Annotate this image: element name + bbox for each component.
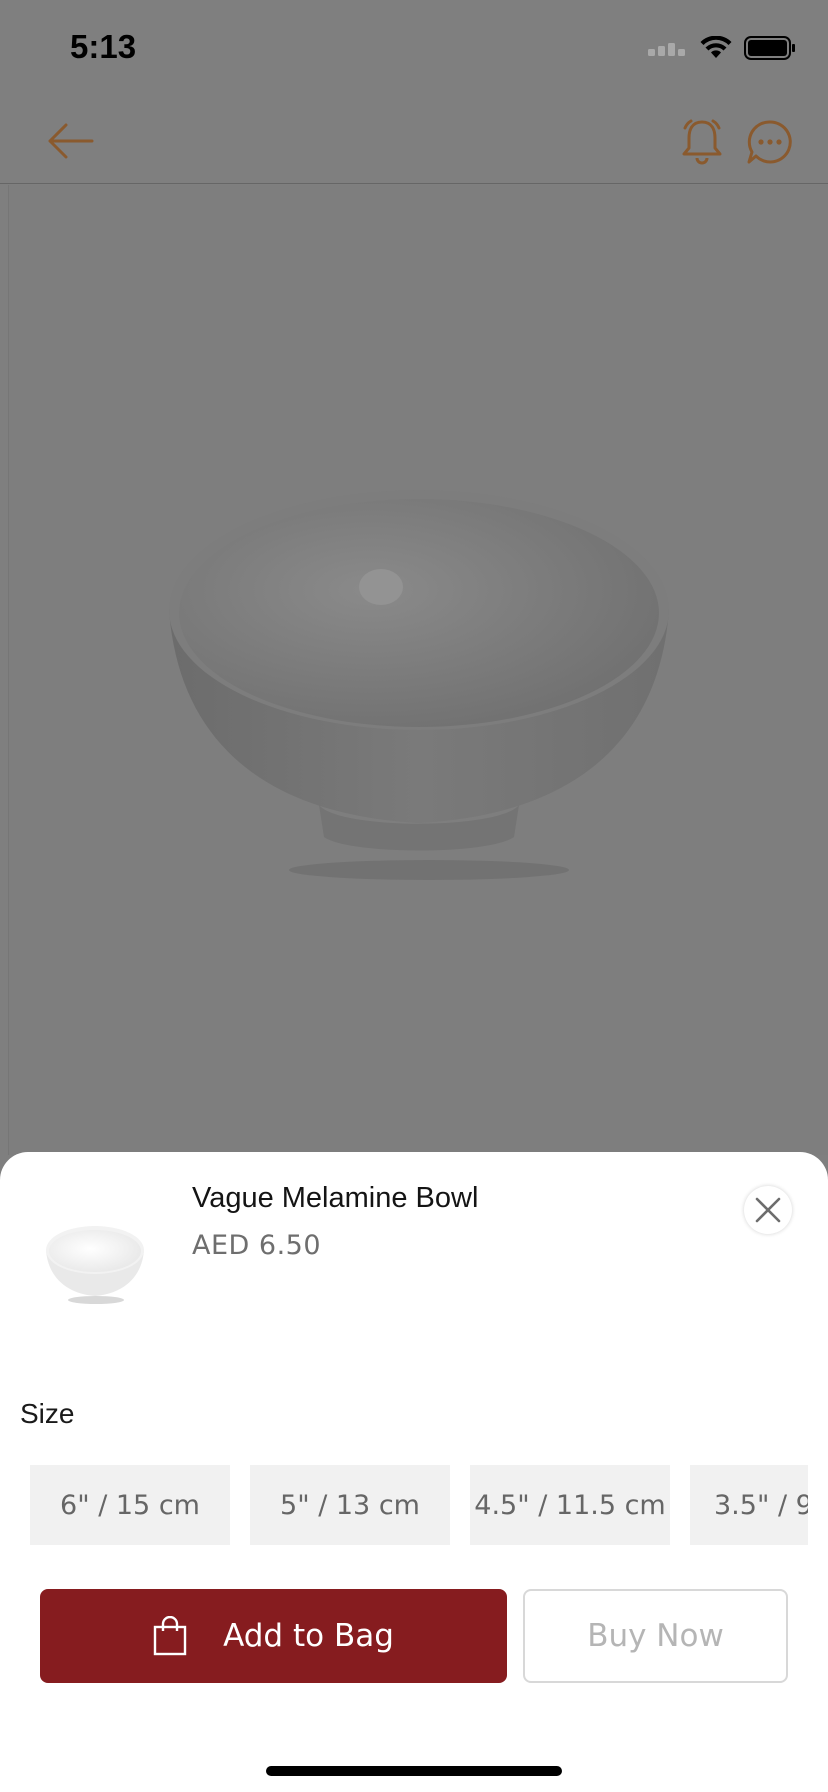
signal-icon [648, 43, 685, 56]
shopping-bag-icon [153, 1616, 187, 1656]
battery-icon [744, 36, 795, 60]
product-name: Vague Melamine Bowl [192, 1182, 479, 1214]
back-arrow-icon [48, 123, 94, 159]
add-to-bag-label: Add to Bag [223, 1618, 394, 1654]
chat-icon [747, 120, 792, 164]
wifi-icon [700, 36, 732, 58]
close-icon [755, 1197, 781, 1223]
size-option[interactable]: 5" / 13 cm [250, 1465, 450, 1545]
notifications-button[interactable] [678, 116, 726, 168]
size-label: Size [20, 1398, 75, 1429]
buy-now-button[interactable]: Buy Now [523, 1589, 788, 1683]
bowl-thumbnail-image [46, 1226, 144, 1304]
bowl-image [169, 490, 669, 880]
status-time: 5:13 [70, 28, 137, 65]
back-button[interactable] [44, 118, 96, 164]
status-bar: 5:13 [0, 0, 828, 100]
chat-button[interactable] [744, 116, 796, 168]
product-image[interactable] [8, 185, 828, 1155]
add-to-bag-button[interactable]: Add to Bag [40, 1589, 507, 1683]
status-icons [648, 36, 796, 60]
size-option[interactable]: 6" / 15 cm [30, 1465, 230, 1545]
size-option[interactable]: 4.5" / 11.5 cm [470, 1465, 670, 1545]
top-nav-bar [0, 100, 828, 184]
product-options-sheet: Vague Melamine Bowl AED 6.50 Size 6" / 1… [0, 1152, 828, 1792]
home-indicator [266, 1766, 562, 1776]
product-price: AED 6.50 [192, 1230, 322, 1261]
size-option[interactable]: 3.5" / 9 [690, 1465, 808, 1545]
product-thumbnail [40, 1212, 150, 1312]
size-options: 6" / 15 cm 5" / 13 cm 4.5" / 11.5 cm 3.5… [30, 1465, 808, 1545]
close-sheet-button[interactable] [744, 1186, 792, 1234]
bell-icon [682, 119, 722, 165]
